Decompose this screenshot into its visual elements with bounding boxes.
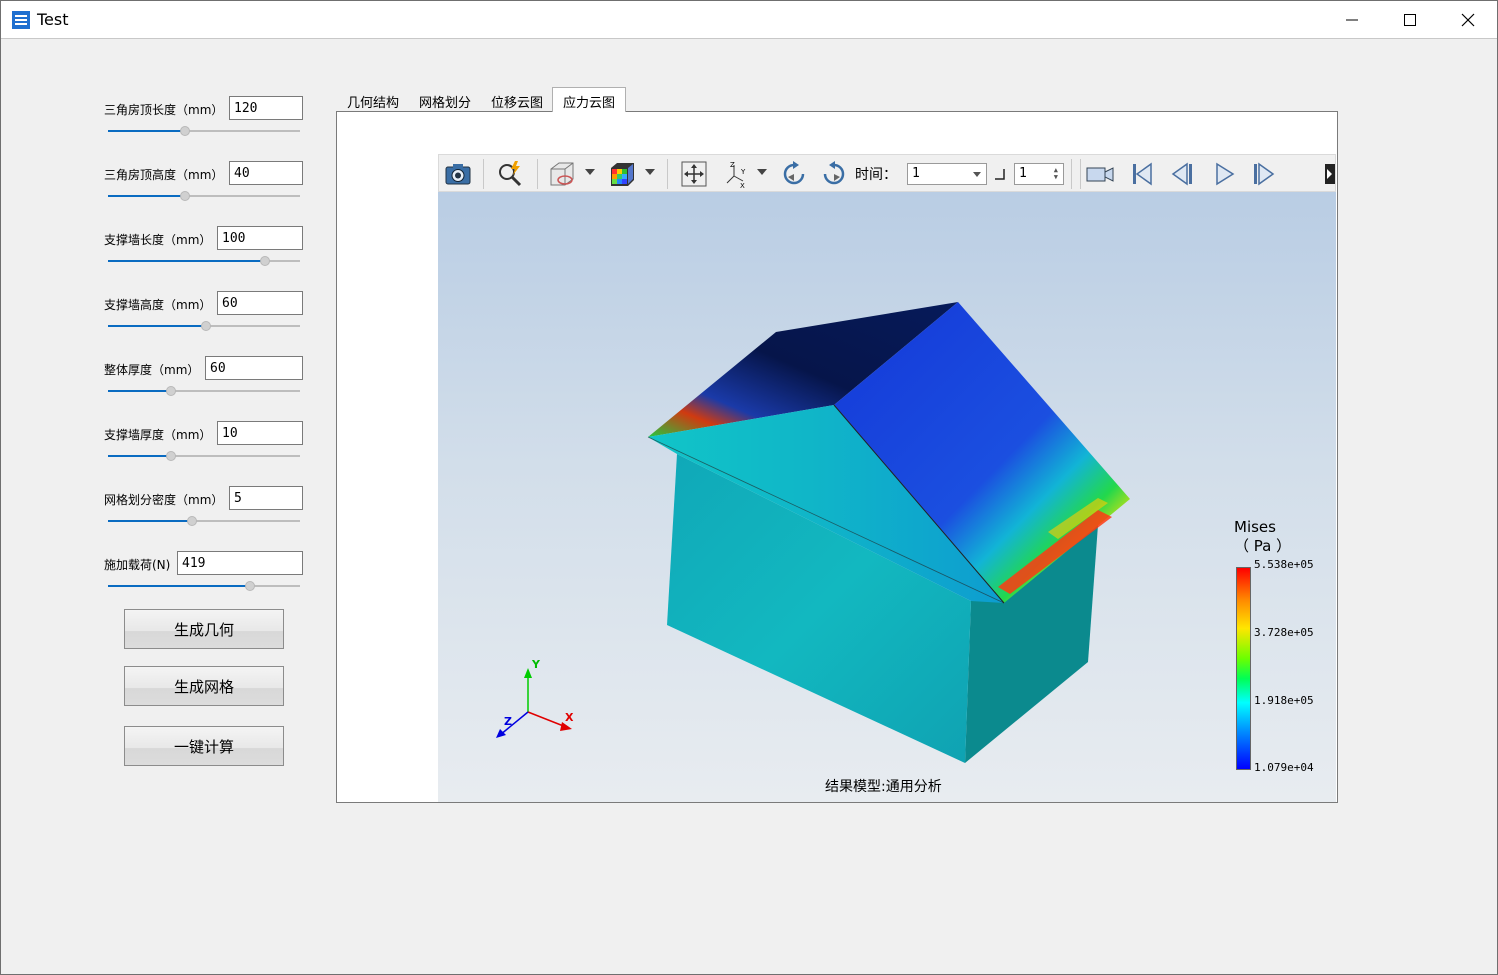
legend-value-3: 1.918e+05	[1254, 694, 1314, 707]
rotate-ccw-icon[interactable]	[819, 159, 849, 189]
tab-geometry[interactable]: 几何结构	[337, 88, 409, 112]
minimize-icon	[1346, 19, 1358, 21]
axis-y-label: Y	[532, 658, 540, 671]
generate-geometry-button[interactable]: 生成几何	[124, 609, 284, 649]
tab-mesh[interactable]: 网格划分	[409, 88, 481, 112]
svg-text:X: X	[740, 182, 745, 189]
viewer-toolbar: Z Y X 时间： 1 1 ▲ ▼	[438, 154, 1336, 192]
title-bar: Test	[1, 1, 1497, 39]
roof-height-label: 三角房顶高度（mm）	[104, 168, 224, 182]
mesh-density-slider[interactable]	[108, 515, 300, 527]
chevron-down-icon	[973, 172, 981, 177]
roof-length-label: 三角房顶长度（mm）	[104, 103, 224, 117]
query-icon[interactable]	[495, 159, 525, 189]
wall-height-slider[interactable]	[108, 320, 300, 332]
time-select-value: 1	[912, 166, 920, 181]
legend-color-bar	[1236, 567, 1251, 770]
load-slider[interactable]	[108, 580, 300, 592]
maximize-icon	[1404, 14, 1416, 26]
camera-icon[interactable]	[443, 159, 473, 189]
record-icon[interactable]	[1085, 159, 1115, 189]
step-value: 1	[1019, 166, 1027, 181]
axis-z-label: Z	[504, 715, 512, 728]
wall-thickness-label: 支撑墙厚度（mm）	[104, 428, 212, 442]
load-label: 施加载荷(N)	[104, 558, 171, 572]
app-icon	[12, 11, 30, 29]
thickness-label: 整体厚度（mm）	[104, 363, 200, 377]
display-mode-icon[interactable]	[547, 159, 577, 189]
legend-unit: （ Pa ）	[1234, 537, 1292, 555]
svg-text:Y: Y	[740, 168, 746, 176]
wall-thickness-slider[interactable]	[108, 450, 300, 462]
first-frame-icon[interactable]	[1127, 159, 1157, 189]
toolbar-overflow-icon[interactable]	[1323, 164, 1335, 184]
close-icon	[1461, 13, 1475, 27]
wall-thickness-input[interactable]	[217, 421, 303, 445]
app-window: Test 三角房顶长度（mm） 三角房顶高度（mm） 支撑墙长度（mm） 支撑墙…	[0, 0, 1498, 975]
close-button[interactable]	[1439, 1, 1497, 39]
time-label: 时间：	[855, 167, 897, 183]
maximize-button[interactable]	[1381, 1, 1439, 39]
thickness-input[interactable]	[205, 356, 303, 380]
wall-length-label: 支撑墙长度（mm）	[104, 233, 212, 247]
legend-value-2: 3.728e+05	[1254, 626, 1314, 639]
window-title: Test	[37, 10, 69, 29]
result-viewer[interactable]: Z Y X 时间： 1 1 ▲ ▼ Y X Z Mises （ Pa ） 5.5…	[438, 154, 1336, 802]
wall-length-slider[interactable]	[108, 255, 300, 267]
load-input[interactable]	[177, 551, 303, 575]
wall-height-input[interactable]	[217, 291, 303, 315]
roof-length-input[interactable]	[229, 96, 303, 120]
minimize-button[interactable]	[1323, 1, 1381, 39]
mesh-density-label: 网格划分密度（mm）	[104, 493, 224, 507]
fit-view-icon[interactable]	[679, 159, 709, 189]
axes-icon[interactable]: Z Y X	[721, 159, 751, 189]
mesh-density-input[interactable]	[229, 486, 303, 510]
roof-height-input[interactable]	[229, 161, 303, 185]
next-frame-icon[interactable]	[1249, 159, 1279, 189]
step-spinbox[interactable]: 1 ▲ ▼	[1014, 163, 1064, 185]
step-icon	[995, 169, 1005, 180]
time-select[interactable]: 1	[907, 163, 987, 185]
tab-displacement[interactable]: 位移云图	[481, 88, 553, 112]
tab-stress[interactable]: 应力云图	[552, 87, 627, 112]
thickness-slider[interactable]	[108, 385, 300, 397]
legend-max-value: 5.538e+05	[1254, 558, 1314, 571]
prev-frame-icon[interactable]	[1167, 159, 1197, 189]
spin-arrows-icon: ▲ ▼	[1053, 166, 1058, 181]
model-caption: 结果模型:通用分析	[825, 779, 942, 795]
wall-length-input[interactable]	[217, 226, 303, 250]
svg-text:Z: Z	[730, 161, 735, 169]
legend-min-value: 1.079e+04	[1254, 761, 1314, 774]
legend-title: Mises	[1234, 518, 1276, 536]
wall-height-label: 支撑墙高度（mm）	[104, 298, 212, 312]
axis-x-label: X	[565, 711, 574, 724]
play-icon[interactable]	[1209, 159, 1239, 189]
roof-height-slider[interactable]	[108, 190, 300, 202]
render-scene[interactable]: Y X Z Mises （ Pa ） 5.538e+05 3.728e+05 1…	[438, 192, 1336, 802]
rotate-cw-icon[interactable]	[779, 159, 809, 189]
roof-length-slider[interactable]	[108, 125, 300, 137]
generate-mesh-button[interactable]: 生成网格	[124, 666, 284, 706]
contour-icon[interactable]	[607, 159, 637, 189]
one-click-compute-button[interactable]: 一键计算	[124, 726, 284, 766]
